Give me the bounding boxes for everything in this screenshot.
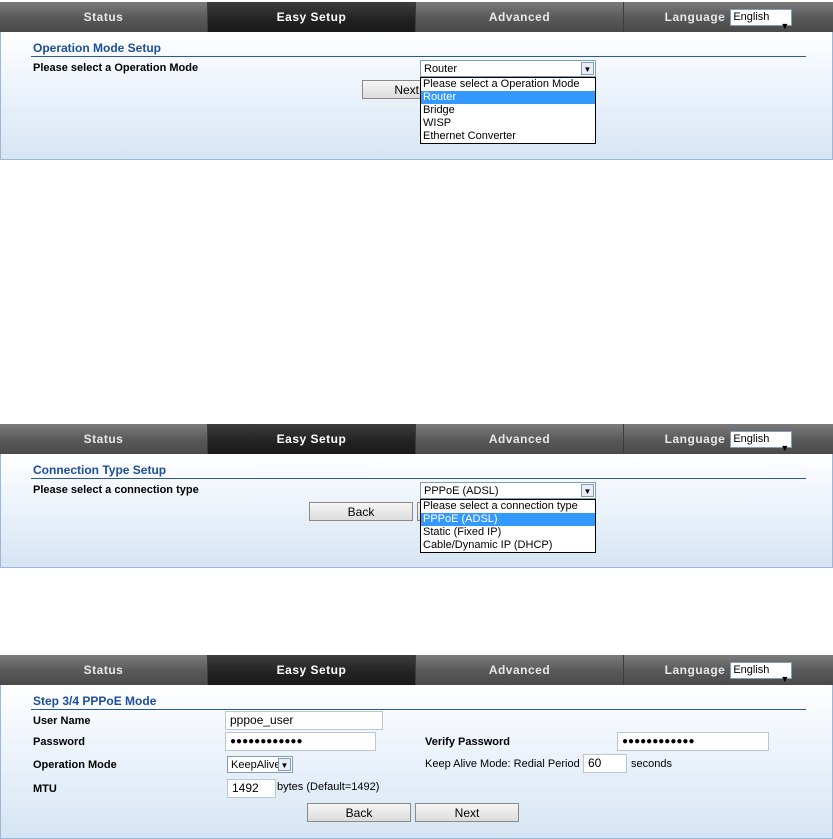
- chevron-down-icon: ▼: [581, 62, 594, 75]
- operation-mode-label: Please select a Operation Mode: [33, 62, 199, 74]
- redial-unit: seconds: [631, 758, 672, 770]
- language-select[interactable]: English ▼: [730, 661, 793, 684]
- chevron-down-icon: ▼: [278, 758, 291, 771]
- language-area: Language English ▼: [624, 655, 833, 685]
- mtu-label: MTU: [33, 783, 57, 795]
- redial-period-input[interactable]: 60: [583, 754, 627, 773]
- language-label: Language: [664, 10, 726, 24]
- operation-mode-select[interactable]: KeepAlive ▼: [227, 756, 293, 773]
- top-nav: Status Easy Setup Advanced Language Engl…: [0, 424, 833, 455]
- password-label: Password: [33, 736, 85, 748]
- dropdown-option[interactable]: Router: [421, 91, 595, 104]
- chevron-down-icon: ▼: [581, 484, 594, 497]
- verify-password-label: Verify Password: [425, 736, 510, 748]
- connection-type-panel: Connection Type Setup Please select a co…: [0, 454, 833, 568]
- operation-mode-screen: Status Easy Setup Advanced Language Engl…: [0, 2, 833, 160]
- language-label: Language: [664, 663, 726, 677]
- connection-type-dropdown: Please select a connection type PPPoE (A…: [420, 499, 596, 553]
- dropdown-option[interactable]: WISP: [421, 117, 595, 130]
- language-area: Language English ▼: [624, 424, 833, 454]
- title-rule: [31, 709, 806, 710]
- tab-status[interactable]: Status: [0, 655, 208, 685]
- connection-type-label: Please select a connection type: [33, 484, 199, 496]
- user-name-input[interactable]: pppoe_user: [225, 711, 383, 730]
- dropdown-option[interactable]: Bridge: [421, 104, 595, 117]
- tab-easy-setup[interactable]: Easy Setup: [208, 2, 416, 32]
- title-rule: [31, 56, 806, 57]
- connection-type-screen: Status Easy Setup Advanced Language Engl…: [0, 424, 833, 568]
- dropdown-option[interactable]: Ethernet Converter: [421, 130, 595, 143]
- pppoe-panel: Step 3/4 PPPoE Mode User Name pppoe_user…: [0, 685, 833, 839]
- top-nav: Status Easy Setup Advanced Language Engl…: [0, 655, 833, 686]
- panel-title: Connection Type Setup: [33, 463, 167, 477]
- tab-advanced[interactable]: Advanced: [416, 424, 624, 454]
- language-select[interactable]: English ▼: [730, 430, 793, 453]
- panel-title: Operation Mode Setup: [33, 41, 162, 55]
- title-rule: [31, 478, 806, 479]
- back-button[interactable]: Back: [307, 803, 411, 822]
- dropdown-option[interactable]: Please select a Operation Mode: [421, 78, 595, 91]
- verify-password-input[interactable]: ●●●●●●●●●●●●: [617, 732, 769, 751]
- tab-easy-setup[interactable]: Easy Setup: [208, 424, 416, 454]
- connection-type-select[interactable]: PPPoE (ADSL) ▼: [420, 482, 596, 499]
- next-button[interactable]: Next: [415, 803, 519, 822]
- language-select[interactable]: English ▼: [730, 8, 793, 31]
- top-nav: Status Easy Setup Advanced Language Engl…: [0, 2, 833, 33]
- dropdown-option[interactable]: PPPoE (ADSL): [421, 513, 595, 526]
- panel-title: Step 3/4 PPPoE Mode: [33, 694, 157, 708]
- password-input[interactable]: ●●●●●●●●●●●●: [225, 732, 376, 751]
- tab-status[interactable]: Status: [0, 424, 208, 454]
- user-name-label: User Name: [33, 715, 91, 727]
- tab-advanced[interactable]: Advanced: [416, 2, 624, 32]
- tab-easy-setup[interactable]: Easy Setup: [208, 655, 416, 685]
- language-area: Language English ▼: [624, 2, 833, 32]
- connection-type-select-value: PPPoE (ADSL): [424, 485, 499, 497]
- dropdown-option[interactable]: Static (Fixed IP): [421, 526, 595, 539]
- operation-mode-select-value: KeepAlive: [231, 759, 281, 771]
- dropdown-option[interactable]: Please select a connection type: [421, 500, 595, 513]
- tab-status[interactable]: Status: [0, 2, 208, 32]
- language-select-value: English: [733, 433, 770, 445]
- operation-mode-select-value: Router: [424, 63, 458, 75]
- language-select-value: English: [733, 664, 770, 676]
- operation-mode-label: Operation Mode: [33, 759, 117, 771]
- language-label: Language: [664, 432, 726, 446]
- language-select-value: English: [733, 11, 770, 23]
- back-button[interactable]: Back: [309, 502, 413, 521]
- operation-mode-dropdown: Please select a Operation Mode Router Br…: [420, 77, 596, 144]
- keepalive-redial-label: Keep Alive Mode: Redial Period: [425, 758, 580, 770]
- operation-mode-panel: Operation Mode Setup Please select a Ope…: [0, 32, 833, 160]
- dropdown-option[interactable]: Cable/Dynamic IP (DHCP): [421, 539, 595, 552]
- mtu-input[interactable]: 1492: [227, 779, 276, 798]
- operation-mode-select[interactable]: Router ▼: [420, 60, 596, 77]
- tab-advanced[interactable]: Advanced: [416, 655, 624, 685]
- mtu-hint: bytes (Default=1492): [277, 781, 380, 793]
- pppoe-mode-screen: Status Easy Setup Advanced Language Engl…: [0, 655, 833, 839]
